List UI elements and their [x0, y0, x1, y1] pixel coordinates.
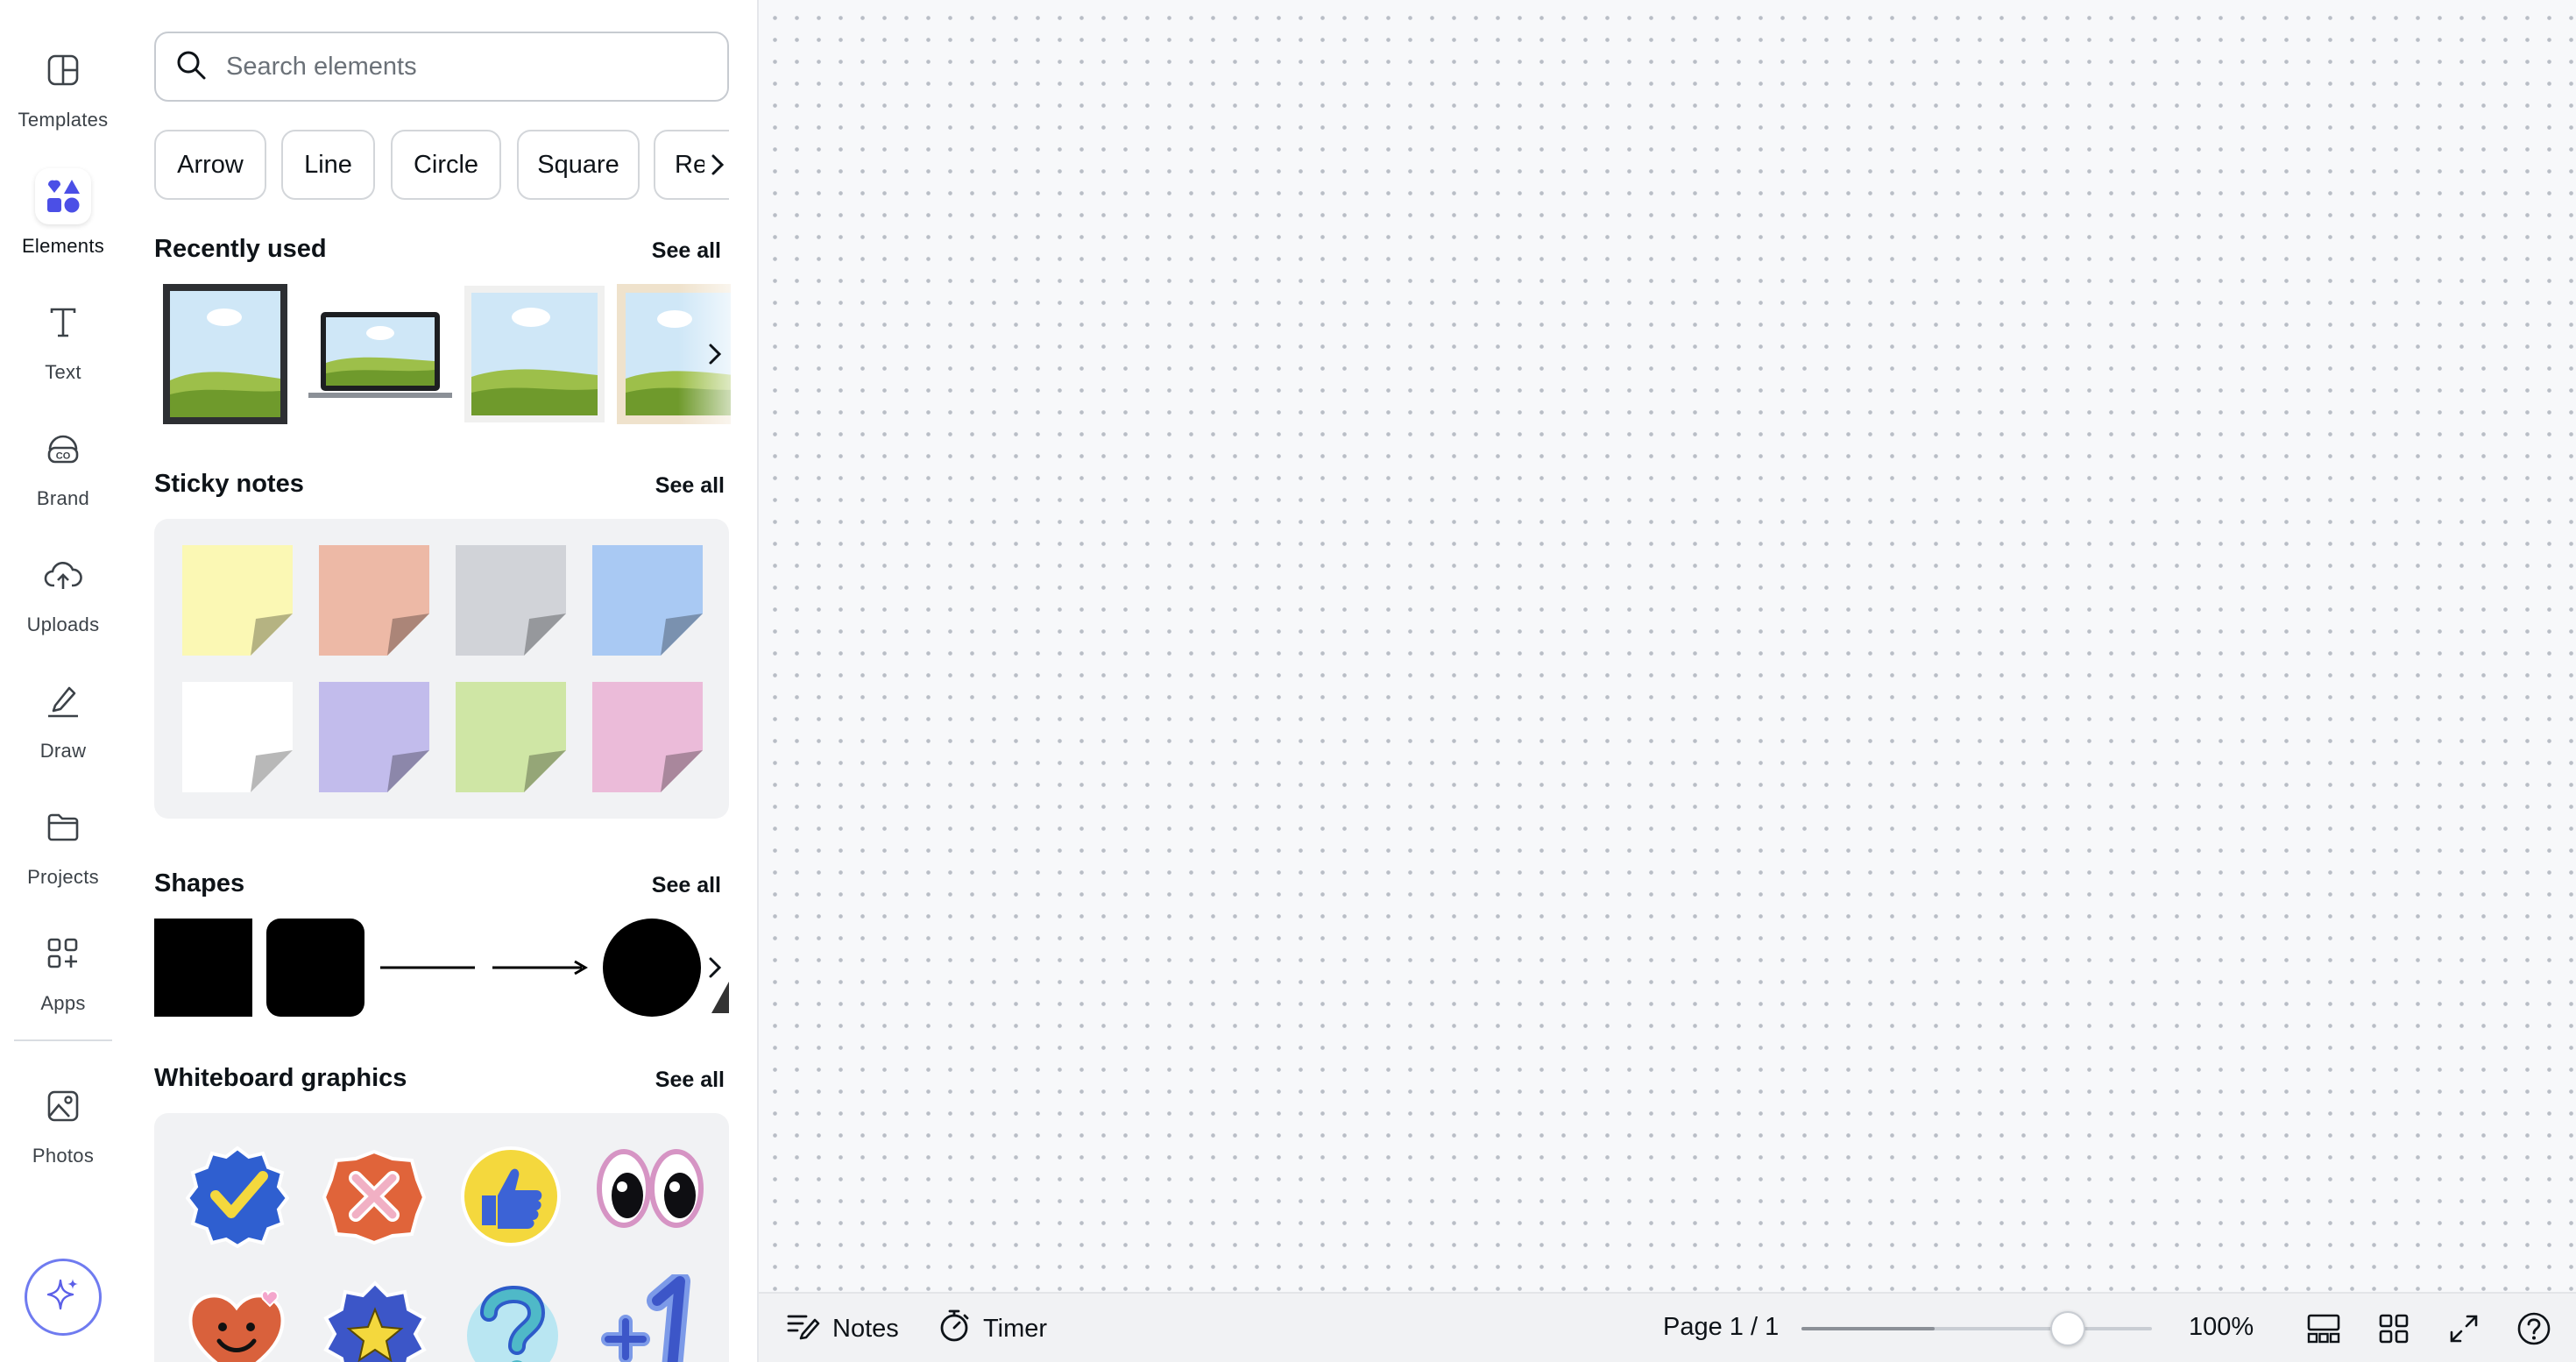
- timer-button[interactable]: Timer: [938, 1294, 1047, 1362]
- heart-smile-sticker-icon[interactable]: [184, 1280, 289, 1362]
- section-title-sticky-notes: Sticky notes: [154, 470, 304, 498]
- nav-label: Brand: [36, 487, 90, 509]
- nav-item-text[interactable]: Text: [0, 287, 126, 410]
- shape-line[interactable]: [379, 957, 477, 982]
- sticky-note[interactable]: [456, 545, 566, 656]
- page-layout-icon[interactable]: [2303, 1308, 2345, 1350]
- chip-line[interactable]: Line: [281, 130, 375, 200]
- page-indicator[interactable]: Page 1 / 1: [1663, 1313, 1779, 1342]
- folder-icon: [35, 799, 91, 855]
- shape-square[interactable]: [154, 919, 252, 1021]
- sticky-note[interactable]: [456, 682, 566, 792]
- nav-label: Projects: [27, 866, 99, 888]
- notes-label: Notes: [832, 1314, 899, 1343]
- chevron-right-icon[interactable]: [697, 941, 732, 994]
- nav-divider: [14, 1039, 112, 1041]
- svg-text:CO: CO: [56, 451, 71, 462]
- nav-item-draw[interactable]: Draw: [0, 666, 126, 789]
- nav-item-apps[interactable]: Apps: [0, 919, 126, 1041]
- search-input[interactable]: [226, 52, 682, 82]
- zoom-slider[interactable]: [1801, 1311, 2152, 1346]
- recent-laptop-frame[interactable]: [308, 309, 452, 406]
- see-all-whiteboard-graphics[interactable]: See all: [655, 1068, 725, 1093]
- sticky-note[interactable]: [182, 545, 293, 656]
- eyes-sticker-icon[interactable]: [596, 1145, 704, 1237]
- chip-square[interactable]: Square: [517, 130, 640, 200]
- check-badge-icon[interactable]: [185, 1145, 290, 1252]
- nav-item-brand[interactable]: CO Brand: [0, 414, 126, 536]
- elements-icon: [35, 168, 91, 224]
- recent-frame-dark[interactable]: [163, 284, 287, 429]
- fullscreen-icon[interactable]: [2443, 1308, 2485, 1350]
- question-mark-sticker-icon[interactable]: [461, 1274, 564, 1362]
- chip-circle[interactable]: Circle: [391, 130, 501, 200]
- shape-arrow[interactable]: [491, 957, 589, 982]
- brand-icon: CO: [35, 421, 91, 477]
- nav-label: Draw: [39, 740, 87, 762]
- see-all-recently-used[interactable]: See all: [652, 238, 721, 264]
- magic-assistant-button[interactable]: [25, 1259, 102, 1336]
- template-icon: [35, 42, 91, 98]
- pen-icon: [35, 673, 91, 729]
- notes-button[interactable]: Notes: [785, 1294, 899, 1362]
- shape-circle[interactable]: [603, 919, 701, 1021]
- grid-view-icon[interactable]: [2373, 1308, 2415, 1350]
- cross-badge-icon[interactable]: [322, 1148, 427, 1251]
- sticky-note[interactable]: [319, 545, 429, 656]
- star-badge-icon[interactable]: [321, 1280, 429, 1362]
- bottom-toolbar: Notes Timer Page 1 / 1 100%: [759, 1292, 2576, 1362]
- apps-icon: [35, 926, 91, 982]
- search-box[interactable]: [154, 32, 729, 102]
- upload-cloud-icon: [35, 547, 91, 603]
- stopwatch-icon: [938, 1308, 971, 1350]
- nav-label: Text: [45, 361, 81, 383]
- sticky-note[interactable]: [592, 682, 703, 792]
- side-nav: Templates Elements Text CO Brand Uploads: [0, 0, 126, 1362]
- see-all-shapes[interactable]: See all: [652, 873, 721, 898]
- thumbs-up-sticker-icon[interactable]: [459, 1145, 563, 1252]
- see-all-sticky-notes[interactable]: See all: [655, 473, 725, 499]
- elements-panel: Arrow Line Circle Square Rec Recently us…: [126, 0, 758, 1362]
- zoom-slider-fill: [1801, 1327, 1935, 1330]
- search-icon: [173, 47, 209, 87]
- chevron-right-icon[interactable]: [704, 151, 729, 179]
- recent-frame-light[interactable]: [464, 286, 605, 427]
- nav-label: Templates: [18, 109, 109, 131]
- chip-arrow[interactable]: Arrow: [154, 130, 266, 200]
- shape-rounded-square[interactable]: [266, 919, 364, 1021]
- nav-item-projects[interactable]: Projects: [0, 792, 126, 915]
- sparkle-icon: [43, 1275, 83, 1320]
- zoom-slider-handle[interactable]: [2050, 1311, 2085, 1346]
- notes-icon: [785, 1309, 820, 1348]
- section-title-recently-used: Recently used: [154, 235, 327, 263]
- nav-label: Apps: [40, 992, 86, 1014]
- sticky-note[interactable]: [592, 545, 703, 656]
- nav-label: Uploads: [26, 614, 100, 635]
- nav-label: Photos: [32, 1145, 95, 1167]
- sticky-note[interactable]: [182, 682, 293, 792]
- section-title-shapes: Shapes: [154, 869, 245, 897]
- help-icon[interactable]: [2513, 1308, 2555, 1350]
- plus-one-sticker-icon[interactable]: [599, 1271, 704, 1362]
- sticky-notes-grid: [154, 519, 729, 819]
- nav-item-templates[interactable]: Templates: [0, 35, 126, 158]
- chevron-right-icon[interactable]: [697, 328, 732, 380]
- nav-item-uploads[interactable]: Uploads: [0, 540, 126, 663]
- nav-item-photos[interactable]: Photos: [0, 1071, 126, 1194]
- whiteboard-graphics-grid: [154, 1113, 729, 1362]
- image-icon: [35, 1078, 91, 1134]
- sticky-note[interactable]: [319, 682, 429, 792]
- text-icon: [35, 294, 91, 351]
- whiteboard-canvas[interactable]: [759, 0, 2576, 1292]
- section-title-whiteboard-graphics: Whiteboard graphics: [154, 1064, 407, 1092]
- timer-label: Timer: [983, 1314, 1048, 1343]
- zoom-level[interactable]: 100%: [2189, 1313, 2254, 1342]
- nav-label: Elements: [21, 235, 105, 257]
- nav-item-elements[interactable]: Elements: [0, 161, 126, 284]
- quick-filter-chips: Arrow Line Circle Square Rec: [154, 130, 729, 200]
